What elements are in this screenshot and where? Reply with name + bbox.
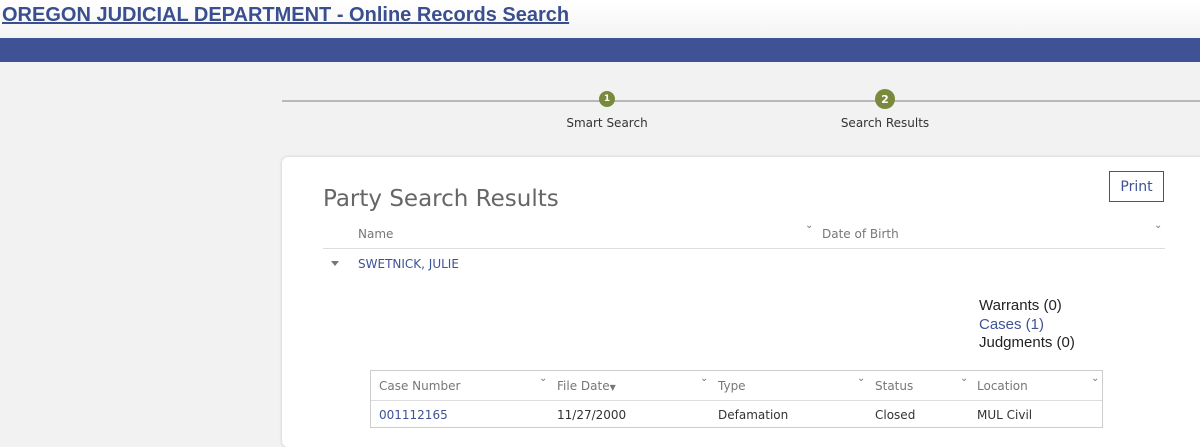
- column-header-case-number[interactable]: Case Number: [379, 379, 460, 393]
- cases-table: Case Number ⌄ File Date▼ ⌄ Type ⌄ Status…: [370, 370, 1103, 428]
- type-cell: Defamation: [718, 408, 789, 422]
- column-header-type[interactable]: Type: [718, 379, 746, 393]
- sort-desc-icon: ▼: [609, 383, 616, 392]
- table-header-divider: [371, 400, 1102, 401]
- warrants-count: Warrants (0): [979, 297, 1062, 314]
- page-title: Party Search Results: [323, 186, 559, 212]
- column-header-status[interactable]: Status: [875, 379, 913, 393]
- header-divider: [323, 248, 1165, 249]
- caret-down-icon[interactable]: [331, 261, 339, 266]
- status-cell: Closed: [875, 408, 916, 422]
- chevron-down-icon[interactable]: ⌄: [857, 373, 865, 384]
- chevron-down-icon[interactable]: ⌄: [539, 373, 547, 384]
- case-number-link[interactable]: 001112165: [379, 408, 448, 422]
- cases-link[interactable]: Cases (1): [979, 316, 1044, 333]
- chevron-down-icon[interactable]: ⌄: [700, 373, 708, 384]
- location-cell: MUL Civil: [977, 408, 1033, 422]
- file-date-cell: 11/27/2000: [557, 408, 627, 422]
- chevron-down-icon[interactable]: ⌄: [1091, 373, 1099, 384]
- column-header-dob[interactable]: Date of Birth: [822, 227, 899, 241]
- judgments-count: Judgments (0): [979, 334, 1075, 351]
- step-2-label: Search Results: [840, 116, 930, 130]
- step-1-circle: 1: [599, 91, 615, 107]
- column-header-file-date[interactable]: File Date▼: [557, 379, 616, 393]
- stepper-line: [282, 100, 1200, 102]
- site-header: OREGON JUDICIAL DEPARTMENT - Online Reco…: [0, 0, 1200, 38]
- column-header-name[interactable]: Name: [358, 227, 393, 241]
- column-header-location[interactable]: Location: [977, 379, 1028, 393]
- chevron-down-icon[interactable]: ⌄: [1154, 220, 1162, 231]
- file-date-label: File Date: [557, 379, 610, 393]
- chevron-down-icon[interactable]: ⌄: [805, 220, 813, 231]
- step-1-label[interactable]: Smart Search: [566, 116, 647, 130]
- nav-bar: [0, 38, 1200, 62]
- print-button[interactable]: Print: [1109, 171, 1164, 202]
- step-2-circle: 2: [875, 89, 895, 109]
- site-title-link[interactable]: OREGON JUDICIAL DEPARTMENT - Online Reco…: [2, 4, 569, 27]
- chevron-down-icon[interactable]: ⌄: [960, 373, 968, 384]
- party-name[interactable]: SWETNICK, JULIE: [358, 257, 459, 271]
